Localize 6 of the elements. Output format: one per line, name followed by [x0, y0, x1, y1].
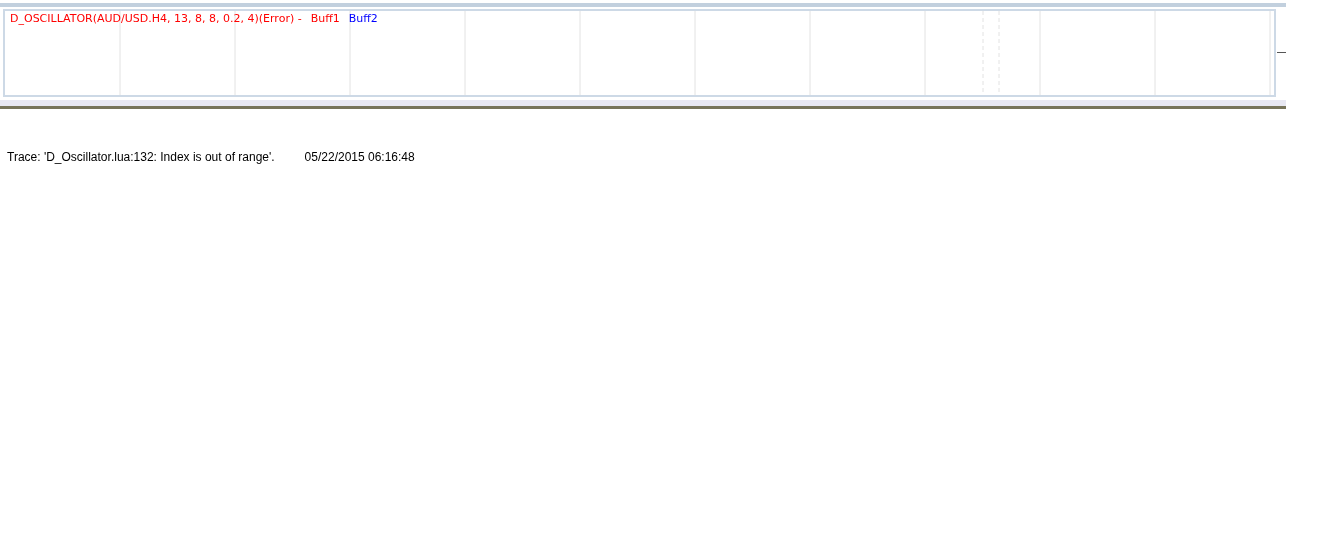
log-message: Trace: 'D_Oscillator.lua:132: Index is out of range'.	[7, 150, 275, 164]
log-time: 05/22/2015 06:16:48	[304, 150, 415, 164]
axis-tick	[1277, 51, 1286, 53]
legend-label: Buff2	[348, 12, 378, 25]
indicator-title: D_OSCILLATOR(AUD/USD.H4, 13, 8, 8, 0.2, 4)(Error) -	[10, 12, 302, 25]
legend-label: Buff1	[310, 12, 340, 25]
